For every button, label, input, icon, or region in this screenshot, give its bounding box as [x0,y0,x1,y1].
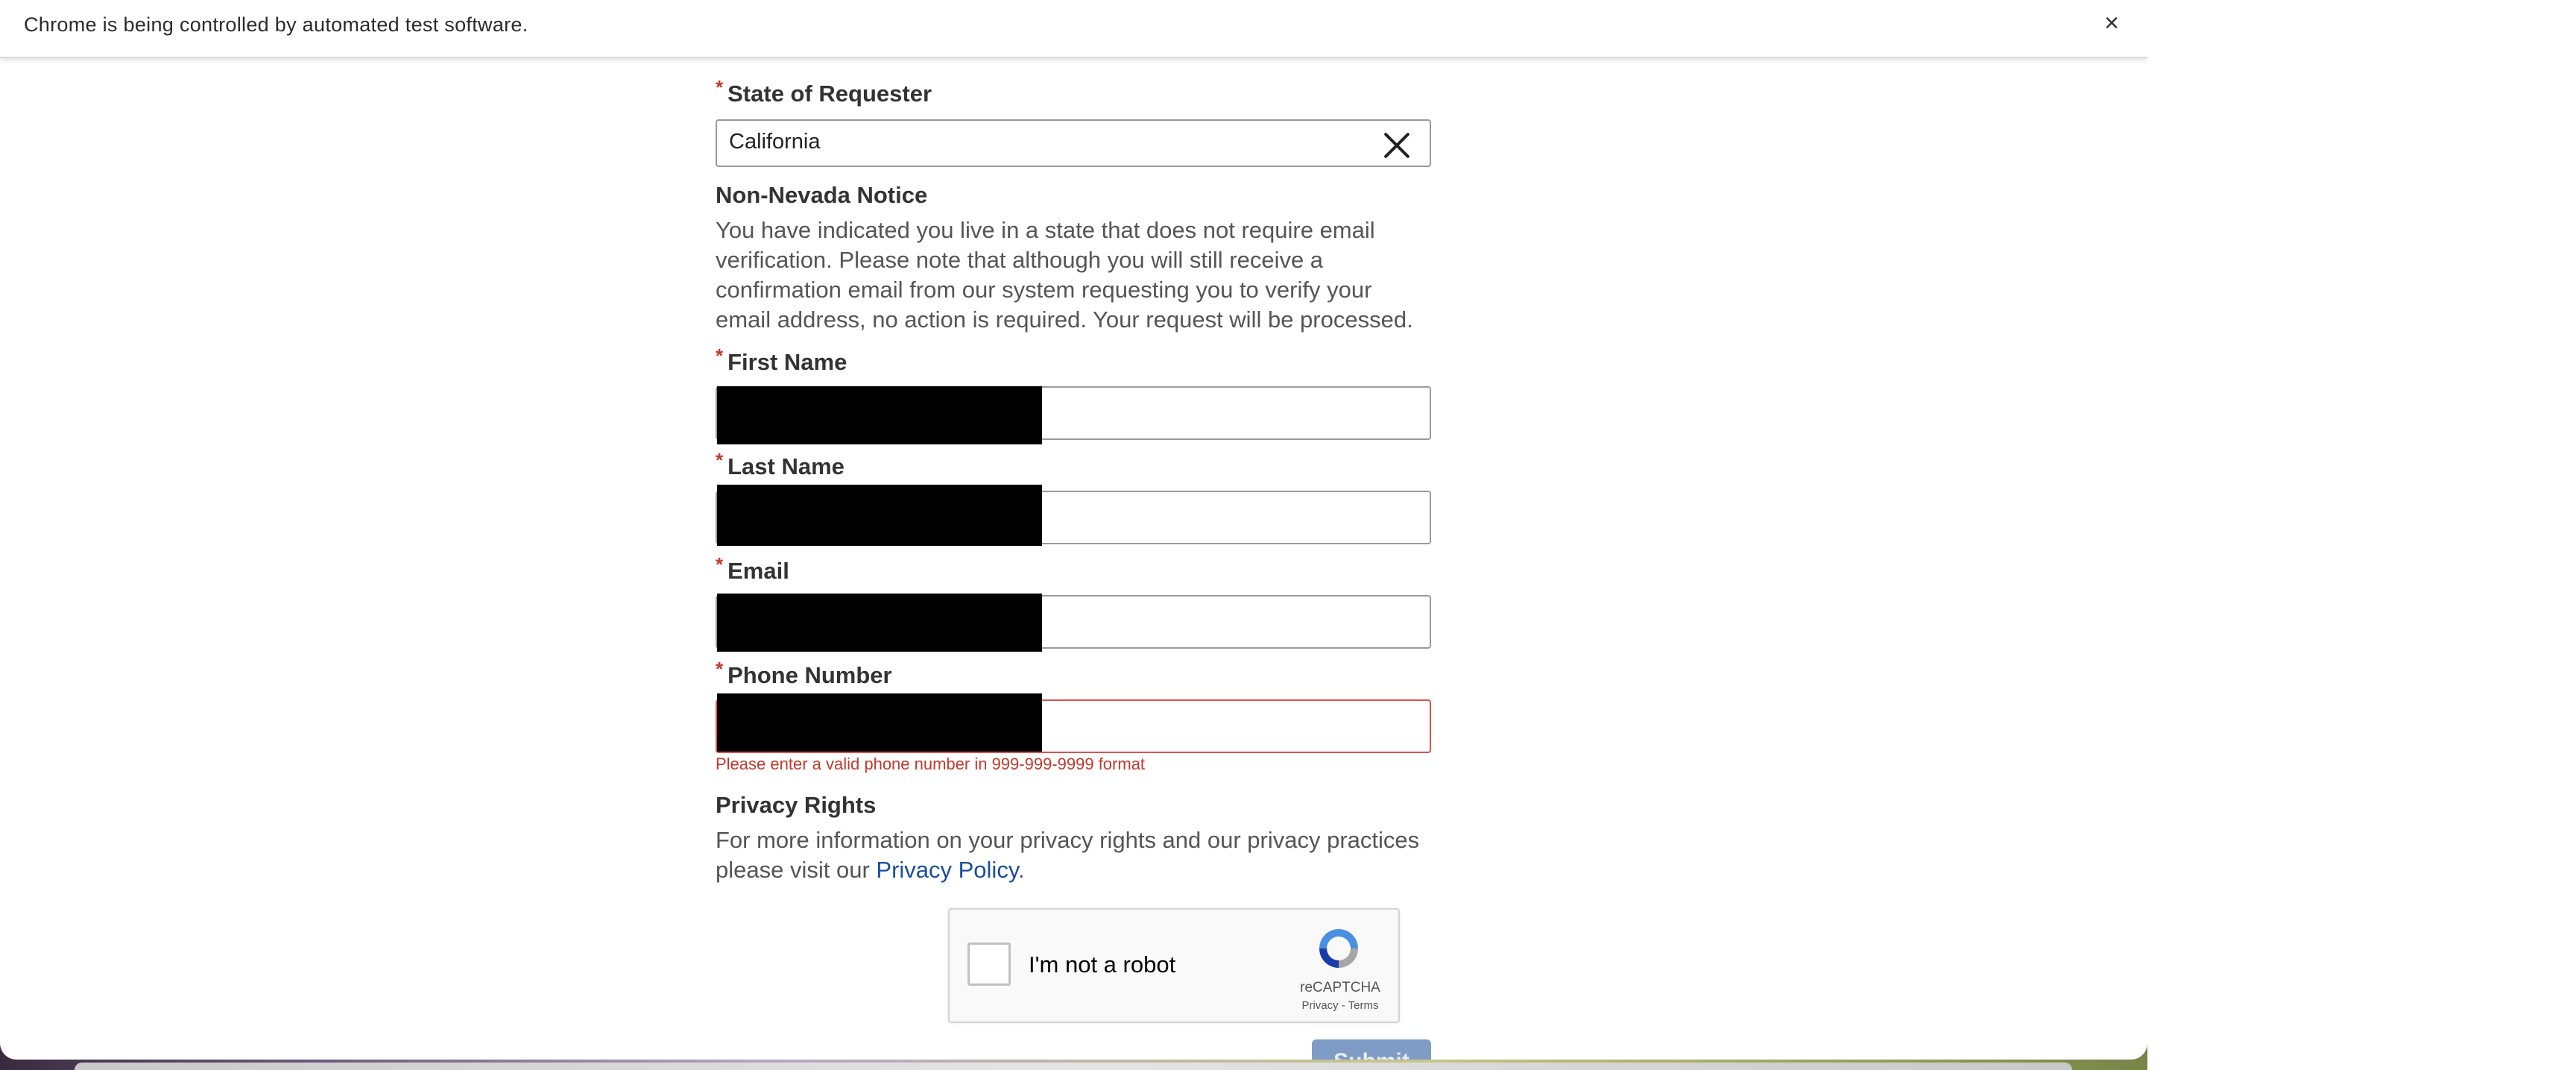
phone-label: * Phone Number [716,658,892,689]
privacy-body: For more information on your privacy rig… [716,825,1431,885]
recaptcha-icon [1319,929,1358,968]
redacted-block [717,693,1042,752]
state-select-value: California [729,130,821,154]
last-name-label: * Last Name [716,449,845,480]
phone-label-text: Phone Number [727,662,892,688]
state-select[interactable]: California [716,119,1431,167]
close-icon[interactable]: × [2099,10,2124,36]
browser-window: Chrome is being controlled by automated … [0,0,2147,1060]
privacy-policy-link[interactable]: Privacy Policy [876,857,1018,883]
email-label: * Email [716,553,789,585]
email-label-text: Email [727,558,789,584]
notice-heading: Non-Nevada Notice [716,182,928,208]
last-name-label-text: Last Name [727,453,845,479]
recaptcha-checkbox[interactable] [967,942,1011,986]
submit-button[interactable]: Submit [1312,1039,1431,1060]
recaptcha-widget: I'm not a robot reCAPTCHA Privacy - Term… [948,908,1400,1023]
notice-body: You have indicated you live in a state t… [716,217,1413,333]
redacted-block [717,386,1042,444]
first-name-label: * First Name [716,344,847,376]
phone-input[interactable] [716,693,1431,753]
dock-edge [75,1063,2072,1070]
recaptcha-terms-links[interactable]: Privacy - Terms [1294,999,1386,1012]
required-asterisk: * [716,76,724,98]
screen-right-area [2147,0,2576,1070]
redacted-block [717,594,1042,652]
first-name-input[interactable] [716,386,1431,444]
required-asterisk: * [716,344,724,367]
infobar-message: Chrome is being controlled by automated … [24,13,528,36]
required-asterisk: * [716,658,724,680]
privacy-body-suffix: . [1018,857,1025,883]
required-asterisk: * [716,449,724,471]
privacy-body-text: For more information on your privacy rig… [716,827,1420,883]
privacy-heading: Privacy Rights [716,792,877,818]
email-input[interactable] [716,594,1431,652]
state-label: * State of Requester [716,76,932,107]
state-label-text: State of Requester [727,81,932,107]
recaptcha-label: I'm not a robot [1029,951,1176,978]
automation-infobar: Chrome is being controlled by automated … [0,0,2147,58]
redacted-block [717,485,1042,546]
required-asterisk: * [716,553,724,576]
recaptcha-brand: reCAPTCHA [1300,980,1380,995]
clear-icon[interactable] [1380,128,1413,161]
phone-error-message: Please enter a valid phone number in 999… [716,755,1146,773]
last-name-input[interactable] [716,485,1431,546]
first-name-label-text: First Name [727,349,847,375]
